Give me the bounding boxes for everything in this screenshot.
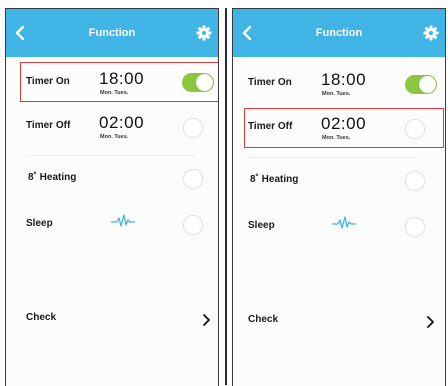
sleep-toggle[interactable] <box>183 215 203 235</box>
sleep-wave-icon <box>332 216 356 229</box>
phone-screen-right: Function Timer On 18:00 Mon. Tues. Timer… <box>232 8 446 386</box>
timer-off-time[interactable]: 02:00 <box>99 113 144 133</box>
heating-label: 8˚ Heating <box>28 172 77 183</box>
heating-toggle[interactable] <box>405 171 425 191</box>
chevron-right-icon[interactable] <box>202 314 210 326</box>
timer-off-toggle[interactable] <box>183 118 203 138</box>
row-separator <box>248 157 418 158</box>
row-separator <box>26 155 196 156</box>
page-title: Function <box>88 27 136 39</box>
timer-on-days: Mon. Tues. <box>322 91 351 97</box>
page-title: Function <box>315 27 363 39</box>
check-label[interactable]: Check <box>248 314 278 325</box>
sleep-wave-icon <box>111 214 135 227</box>
sleep-toggle[interactable] <box>405 217 425 237</box>
timer-on-toggle[interactable] <box>405 75 437 94</box>
timer-off-days: Mon. Tues. <box>322 135 351 141</box>
toggle-knob <box>419 76 436 93</box>
timer-on-label: Timer On <box>248 77 292 88</box>
timer-on-time[interactable]: 18:00 <box>321 70 366 90</box>
timer-off-label: Timer Off <box>248 121 293 132</box>
gear-icon[interactable] <box>196 25 212 41</box>
screenshot-divider <box>225 8 227 385</box>
sleep-label: Sleep <box>248 220 275 231</box>
chevron-right-icon[interactable] <box>426 316 434 328</box>
timer-on-days: Mon. Tues. <box>100 90 129 96</box>
timer-off-label: Timer Off <box>26 120 71 131</box>
app-header: Function <box>6 9 218 57</box>
app-header: Function <box>233 9 445 57</box>
check-label[interactable]: Check <box>26 312 56 323</box>
phone-screen-left: Function Timer On 18:00 Mon. Tues. Timer… <box>5 8 219 386</box>
gear-icon[interactable] <box>423 25 439 41</box>
timer-off-time[interactable]: 02:00 <box>321 114 366 134</box>
heating-toggle[interactable] <box>183 169 203 189</box>
timer-off-days: Mon. Tues. <box>100 134 129 140</box>
timer-off-toggle[interactable] <box>405 119 425 139</box>
timer-on-label: Timer On <box>26 76 70 87</box>
timer-on-time[interactable]: 18:00 <box>99 69 144 89</box>
sleep-label: Sleep <box>26 218 53 229</box>
toggle-knob <box>196 74 213 91</box>
heating-label: 8˚ Heating <box>250 174 299 185</box>
timer-on-toggle[interactable] <box>182 73 214 92</box>
